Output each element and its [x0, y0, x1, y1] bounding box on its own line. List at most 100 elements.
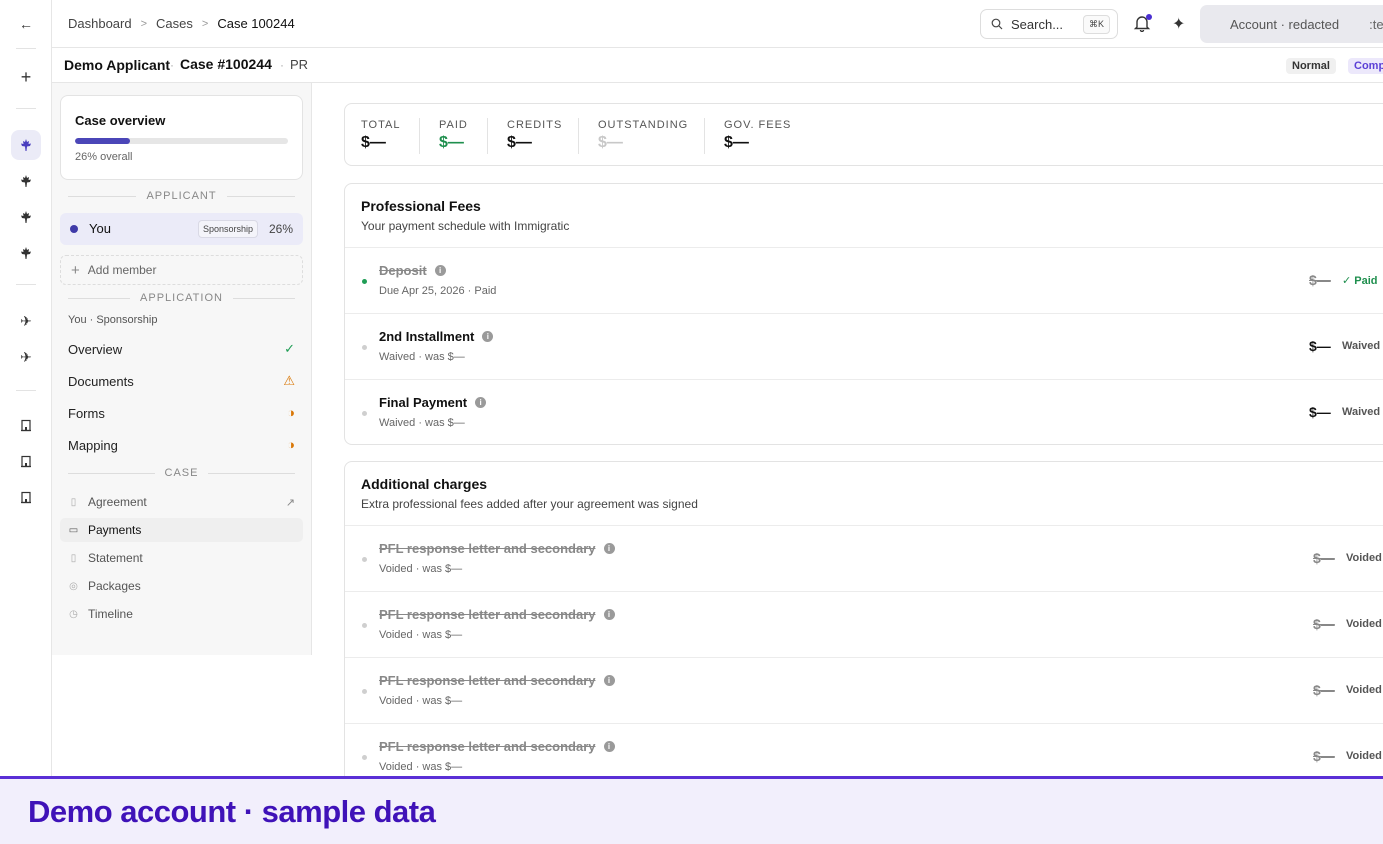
charge-row[interactable]: PFL response letter and secondary i Voide… [345, 657, 1383, 723]
fee-amount: $— [1309, 272, 1331, 288]
info-icon[interactable]: i [475, 397, 487, 408]
summary-paid-label: PAID [439, 119, 468, 131]
case-overview-card[interactable]: Case overview 26% overall [60, 95, 303, 180]
maple-leaf-icon[interactable] [11, 130, 41, 160]
icon-rail: ← + ✈ ✈ [0, 0, 52, 776]
status-dot [362, 689, 367, 694]
document-icon: ▯ [70, 552, 77, 564]
nav-overview[interactable]: Overview ✓ [68, 338, 295, 360]
fee-name-text: 2nd Installment [379, 329, 475, 344]
account-label: Account · redacted [1230, 16, 1340, 32]
check-icon: ✓ [284, 341, 295, 356]
chevron-right-icon: > [140, 17, 148, 30]
maple-leaf-icon[interactable] [11, 202, 41, 232]
charge-name: PFL response letter and secondary i [379, 607, 615, 622]
priority-badge: Normal [1286, 58, 1336, 74]
breadcrumb-cases[interactable]: Cases [156, 16, 193, 31]
rail-divider [16, 390, 36, 391]
search-icon [991, 18, 1003, 30]
summary-total: TOTAL $— [361, 119, 400, 152]
half-circle-icon: ◑ [287, 405, 295, 420]
case-section-label: CASE [68, 467, 295, 479]
nav-timeline-label: Timeline [88, 607, 133, 621]
summary-divider [487, 118, 488, 154]
case-header: Demo Applicant · Case #100244 · PR Norma… [52, 48, 1383, 83]
back-arrow-icon[interactable]: ← [11, 9, 41, 39]
professional-fees-card: Professional Fees Your payment schedule … [344, 183, 1383, 445]
document-icon: ▯ [70, 496, 77, 508]
nav-timeline[interactable]: ◷ Timeline [60, 602, 303, 626]
applicant-percent: 26% [269, 222, 294, 236]
fee-amount: $— [1309, 404, 1331, 420]
building-icon[interactable] [11, 482, 41, 512]
nav-payments[interactable]: ▭ Payments [60, 518, 303, 542]
applicant-section-label: APPLICANT [68, 190, 295, 202]
notifications-button[interactable] [1133, 14, 1153, 34]
nav-packages-label: Packages [88, 579, 141, 593]
info-icon[interactable]: i [434, 265, 446, 276]
airplane-icon[interactable]: ✈ [11, 306, 41, 336]
add-member-button[interactable]: + Add member [60, 255, 303, 285]
additional-charges-subtitle: Extra professional fees added after your… [361, 497, 698, 511]
summary-paid: PAID $— [439, 119, 468, 152]
payment-summary: TOTAL $— PAID $— CREDITS $— OUTSTANDING … [344, 103, 1383, 166]
applicant-name: Demo Applicant [64, 57, 171, 73]
case-overview-title: Case overview [75, 113, 166, 128]
nav-agreement-label: Agreement [88, 495, 147, 509]
info-icon[interactable]: i [603, 741, 615, 752]
charge-name: PFL response letter and secondary i [379, 739, 615, 754]
account-menu[interactable]: Account · redacted :te [1200, 5, 1383, 43]
status-dot [362, 345, 367, 350]
breadcrumb-dashboard[interactable]: Dashboard [68, 16, 132, 31]
fee-row[interactable]: 2nd Installment i Waived · was $— $— Waiv… [345, 313, 1383, 379]
nav-packages[interactable]: ◎ Packages [60, 574, 303, 598]
summary-total-value: $— [361, 134, 386, 151]
status-dot [362, 557, 367, 562]
maple-leaf-icon[interactable] [11, 238, 41, 268]
applicant-member-name: You [89, 221, 111, 236]
fee-subtext: Waived · was $— [379, 417, 465, 429]
info-icon[interactable]: i [482, 331, 494, 342]
application-section-label: APPLICATION [68, 292, 295, 304]
nav-documents[interactable]: Documents ⚠ [68, 370, 295, 392]
breadcrumb: Dashboard > Cases > Case 100244 [68, 16, 295, 31]
maple-leaf-icon[interactable] [11, 166, 41, 196]
fee-amount: $— [1309, 338, 1331, 354]
notification-dot [1146, 14, 1152, 20]
info-icon[interactable]: i [603, 675, 615, 686]
plus-icon[interactable]: + [11, 62, 41, 92]
charge-row[interactable]: PFL response letter and secondary i Voide… [345, 591, 1383, 657]
fee-name: 2nd Installment i [379, 329, 494, 344]
overview-progress-bar [75, 138, 288, 144]
sparkle-icon[interactable]: ✦ [1172, 14, 1185, 34]
building-icon[interactable] [11, 410, 41, 440]
search-button[interactable]: Search... ⌘K [980, 9, 1118, 39]
applicant-row[interactable]: You Sponsorship 26% [60, 213, 303, 245]
fee-row[interactable]: Deposit i Due Apr 25, 2026 · Paid $— ✓ Pa… [345, 247, 1383, 313]
additional-charges-header: Additional charges Extra professional fe… [361, 476, 698, 511]
info-icon[interactable]: i [603, 609, 615, 620]
charge-amount: $— [1313, 616, 1335, 632]
nav-forms[interactable]: Forms ◑ [68, 402, 295, 424]
summary-divider [419, 118, 420, 154]
applicant-dot [70, 225, 78, 233]
info-icon[interactable]: i [603, 543, 615, 554]
rail-divider [16, 48, 36, 49]
plus-icon: + [71, 261, 80, 279]
professional-fees-subtitle: Your payment schedule with Immigratic [361, 219, 570, 233]
application-subtitle: You · Sponsorship [68, 314, 158, 326]
case-type: PR [290, 57, 309, 72]
demo-banner: Demo account · sample data [0, 776, 1383, 844]
building-icon[interactable] [11, 446, 41, 476]
charge-row[interactable]: PFL response letter and secondary i Voide… [345, 525, 1383, 591]
fee-subtext: Waived · was $— [379, 351, 465, 363]
nav-agreement[interactable]: ▯ Agreement ↗ [60, 490, 303, 514]
warning-icon: ⚠ [283, 373, 295, 388]
nav-statement[interactable]: ▯ Statement [60, 546, 303, 570]
fee-subtext: Due Apr 25, 2026 · Paid [379, 285, 497, 297]
professional-fees-title: Professional Fees [361, 198, 481, 214]
nav-mapping[interactable]: Mapping ◑ [68, 434, 295, 456]
additional-charges-card: Additional charges Extra professional fe… [344, 461, 1383, 801]
airplane-icon[interactable]: ✈ [11, 342, 41, 372]
fee-row[interactable]: Final Payment i Waived · was $— $— Waived [345, 379, 1383, 445]
